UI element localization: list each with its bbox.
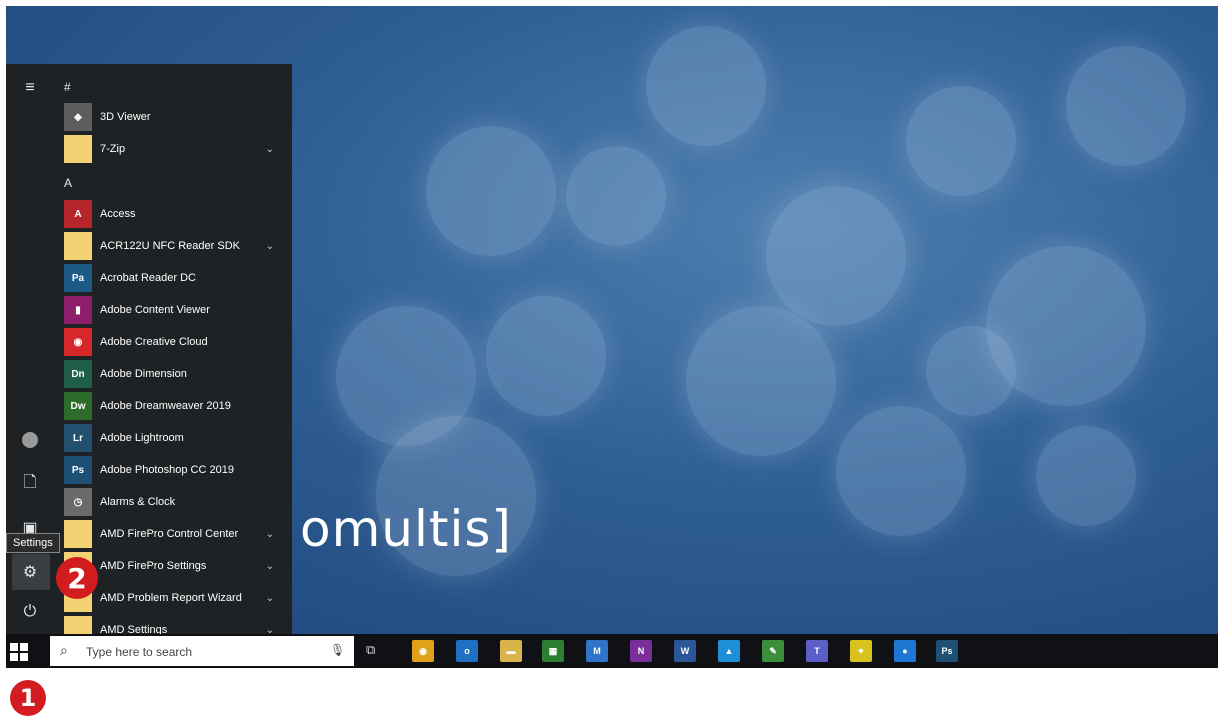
- search-placeholder: Type here to search: [86, 645, 193, 659]
- app-list-item-adobe-creative-cloud[interactable]: ◉ Adobe Creative Cloud: [62, 327, 292, 357]
- app-list-item-amd-settings[interactable]: AMD Settings ⌄: [62, 615, 292, 634]
- user-avatar-icon[interactable]: [16, 426, 44, 454]
- onenote-icon[interactable]: N: [630, 640, 652, 662]
- onedrive-icon[interactable]: ▲: [718, 640, 740, 662]
- file-explorer-icon[interactable]: ▬: [500, 640, 522, 662]
- power-icon[interactable]: ⏻: [16, 598, 44, 626]
- step-2-badge: 2: [56, 557, 98, 599]
- teams-icon[interactable]: T: [806, 640, 828, 662]
- app-list-item-adobe-dreamweaver[interactable]: Dw Adobe Dreamweaver 2019: [62, 391, 292, 421]
- chevron-down-icon: ⌄: [265, 560, 274, 572]
- outlook-icon[interactable]: o: [456, 640, 478, 662]
- access-icon: A: [64, 200, 92, 228]
- group-header-hash: #: [64, 80, 71, 94]
- chevron-down-icon: ⌄: [265, 528, 274, 540]
- dreamweaver-icon: Dw: [64, 392, 92, 420]
- clock-icon: ◷: [64, 488, 92, 516]
- app-list-item-adobe-dimension[interactable]: Dn Adobe Dimension: [62, 359, 292, 389]
- wallpaper-text: omultis]: [300, 500, 512, 558]
- app-list-item-adobe-lightroom[interactable]: Lr Adobe Lightroom: [62, 423, 292, 453]
- folder-icon: [64, 520, 92, 548]
- app-list-item-amd-problem-report[interactable]: AMD Problem Report Wizard ⌄: [62, 583, 292, 613]
- app-list-item-alarms-clock[interactable]: ◷ Alarms & Clock: [62, 487, 292, 517]
- chevron-down-icon: ⌄: [265, 143, 274, 155]
- gear-icon[interactable]: ⚙: [16, 558, 44, 586]
- app-list-item-adobe-content-viewer[interactable]: ▮ Adobe Content Viewer: [62, 295, 292, 325]
- app-list-item-acr122u[interactable]: ACR122U NFC Reader SDK ⌄: [62, 231, 292, 261]
- cube-icon: ◈: [64, 103, 92, 131]
- settings-tooltip: Settings: [6, 533, 60, 553]
- app-list-item-7zip[interactable]: 7-Zip ⌄: [62, 134, 292, 164]
- pen-app-icon[interactable]: ✎: [762, 640, 784, 662]
- app-list-item-3d-viewer[interactable]: ◈ 3D Viewer: [62, 102, 292, 132]
- photoshop-taskbar-icon[interactable]: Ps: [936, 640, 958, 662]
- store-icon[interactable]: ▦: [542, 640, 564, 662]
- chrome-icon[interactable]: ◉: [412, 640, 434, 662]
- windows-start-button[interactable]: [10, 643, 28, 661]
- photoshop-icon: Ps: [64, 456, 92, 484]
- folder-icon: [64, 616, 92, 634]
- acrobat-icon: Pa: [64, 264, 92, 292]
- search-icon: ⌕: [60, 642, 68, 658]
- step-1-badge: 1: [10, 680, 46, 716]
- chevron-down-icon: ⌄: [265, 624, 274, 635]
- microphone-icon[interactable]: 🎙: [330, 643, 345, 657]
- messaging-icon[interactable]: ●: [894, 640, 916, 662]
- lightroom-icon: Lr: [64, 424, 92, 452]
- content-viewer-icon: ▮: [64, 296, 92, 324]
- dimension-icon: Dn: [64, 360, 92, 388]
- chevron-down-icon: ⌄: [265, 592, 274, 604]
- task-view-icon[interactable]: ⧉: [366, 642, 375, 658]
- hamburger-menu-icon[interactable]: ≡: [16, 74, 44, 102]
- chevron-down-icon: ⌄: [265, 240, 274, 252]
- app-list-item-acrobat-reader[interactable]: Pa Acrobat Reader DC: [62, 263, 292, 293]
- visual-studio-icon[interactable]: M: [586, 640, 608, 662]
- app-list-item-adobe-photoshop[interactable]: Ps Adobe Photoshop CC 2019: [62, 455, 292, 485]
- creative-cloud-icon: ◉: [64, 328, 92, 356]
- folder-icon: [64, 135, 92, 163]
- folder-icon: [64, 232, 92, 260]
- word-icon[interactable]: W: [674, 640, 696, 662]
- documents-icon[interactable]: 🗋: [16, 470, 44, 498]
- sticky-notes-icon[interactable]: ✦: [850, 640, 872, 662]
- app-list-item-amd-firepro-control[interactable]: AMD FirePro Control Center ⌄: [62, 519, 292, 549]
- group-header-a: A: [64, 176, 73, 190]
- app-list-item-access[interactable]: A Access: [62, 199, 292, 229]
